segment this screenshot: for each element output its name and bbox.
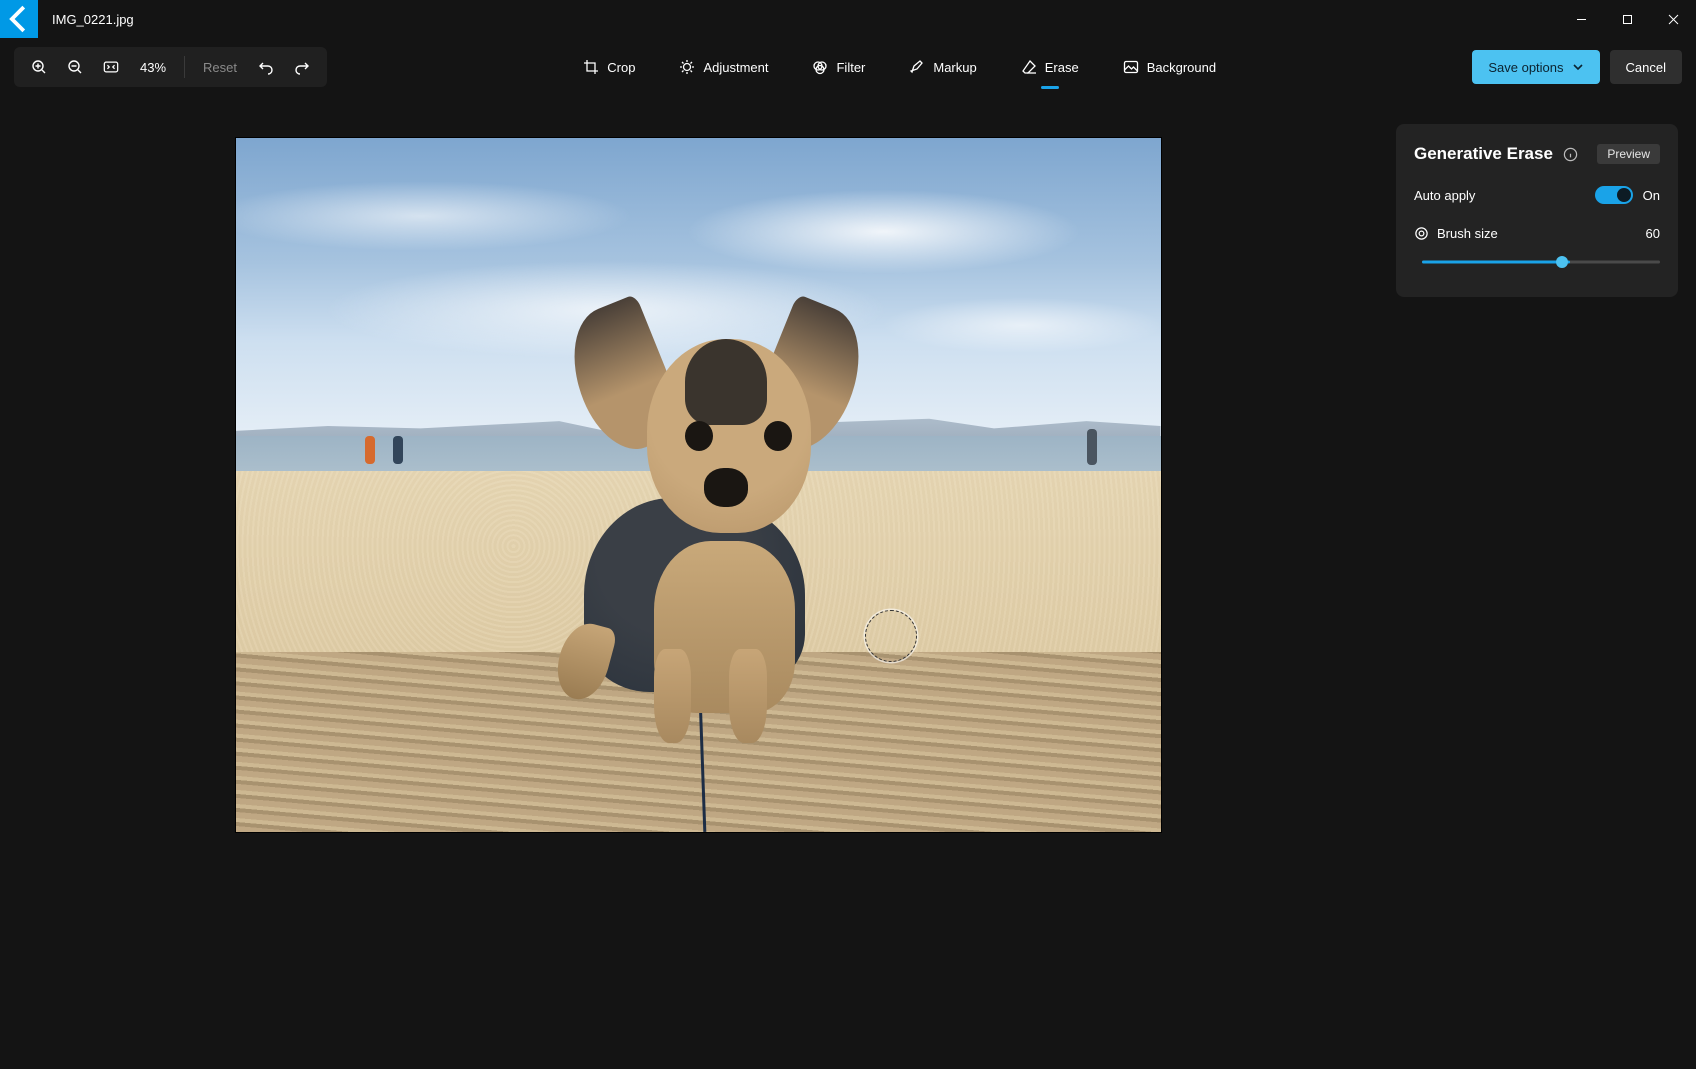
mode-crop[interactable]: Crop xyxy=(575,47,643,87)
background-icon xyxy=(1123,59,1139,75)
dog-leg xyxy=(729,649,767,744)
erase-panel: Generative Erase Preview Auto apply On B… xyxy=(1396,124,1678,297)
reset-button[interactable]: Reset xyxy=(193,51,247,83)
toggle-knob xyxy=(1617,188,1631,202)
markup-icon xyxy=(909,59,925,75)
cancel-button[interactable]: Cancel xyxy=(1610,50,1682,84)
scene-person xyxy=(393,436,403,464)
dog-leg xyxy=(654,649,692,744)
titlebar: IMG_0221.jpg xyxy=(0,0,1696,38)
crop-icon xyxy=(583,59,599,75)
minimize-button[interactable] xyxy=(1558,0,1604,38)
zoom-out-button[interactable] xyxy=(58,51,92,83)
back-button[interactable] xyxy=(0,0,38,38)
image-canvas[interactable] xyxy=(236,138,1161,832)
dog-eye xyxy=(685,421,713,451)
close-button[interactable] xyxy=(1650,0,1696,38)
slider-fill xyxy=(1422,261,1570,264)
mode-label: Filter xyxy=(836,60,865,75)
maximize-button[interactable] xyxy=(1604,0,1650,38)
panel-title: Generative Erase xyxy=(1414,144,1553,164)
adjustment-icon xyxy=(679,59,695,75)
scene-dog xyxy=(559,305,874,735)
zoom-percent[interactable]: 43% xyxy=(130,60,176,75)
undo-icon xyxy=(258,59,274,75)
minimize-icon xyxy=(1576,14,1587,25)
zoom-out-icon xyxy=(67,59,83,75)
fit-icon xyxy=(103,59,119,75)
mode-background[interactable]: Background xyxy=(1115,47,1224,87)
slider-thumb[interactable] xyxy=(1556,256,1568,268)
preview-badge: Preview xyxy=(1597,144,1660,164)
info-icon[interactable] xyxy=(1563,147,1578,162)
redo-icon xyxy=(294,59,310,75)
scene-person xyxy=(1087,429,1097,465)
chevron-down-icon xyxy=(1572,61,1584,73)
zoom-in-icon xyxy=(31,59,47,75)
filename-label: IMG_0221.jpg xyxy=(38,0,134,38)
brush-size-row: Brush size 60 xyxy=(1414,226,1660,241)
erase-brush-cursor[interactable] xyxy=(865,610,917,662)
mode-markup[interactable]: Markup xyxy=(901,47,984,87)
action-buttons: Save options Cancel xyxy=(1472,50,1682,84)
mode-erase[interactable]: Erase xyxy=(1013,47,1087,87)
brush-size-label: Brush size xyxy=(1437,226,1498,241)
zoom-in-button[interactable] xyxy=(22,51,56,83)
brush-size-value: 60 xyxy=(1646,226,1660,241)
auto-apply-toggle[interactable] xyxy=(1595,186,1633,204)
mode-tabs: Crop Adjustment Filter Markup Erase Back… xyxy=(327,47,1472,87)
erase-icon xyxy=(1021,59,1037,75)
zoom-toolbar: 43% Reset xyxy=(14,47,327,87)
dog-topfur xyxy=(685,339,767,425)
toolbar: 43% Reset Crop Adjustment Filter Markup xyxy=(0,38,1696,96)
undo-button[interactable] xyxy=(249,51,283,83)
mode-label: Adjustment xyxy=(703,60,768,75)
fit-to-window-button[interactable] xyxy=(94,51,128,83)
save-options-button[interactable]: Save options xyxy=(1472,50,1599,84)
target-icon xyxy=(1414,226,1429,241)
close-icon xyxy=(1668,14,1679,25)
brush-size-slider[interactable] xyxy=(1414,255,1660,269)
main-area: Generative Erase Preview Auto apply On B… xyxy=(0,96,1696,1069)
auto-apply-row: Auto apply On xyxy=(1414,186,1660,204)
dog-eye xyxy=(764,421,792,451)
mode-label: Background xyxy=(1147,60,1216,75)
dog-nose xyxy=(704,468,748,507)
arrow-left-icon xyxy=(0,0,38,38)
maximize-icon xyxy=(1622,14,1633,25)
canvas-wrap xyxy=(0,96,1396,1069)
window-controls xyxy=(1558,0,1696,38)
save-options-label: Save options xyxy=(1488,60,1563,75)
dog-tail xyxy=(550,618,619,706)
auto-apply-label: Auto apply xyxy=(1414,188,1475,203)
mode-label: Markup xyxy=(933,60,976,75)
redo-button[interactable] xyxy=(285,51,319,83)
divider xyxy=(184,56,185,78)
auto-apply-state: On xyxy=(1643,188,1660,203)
scene-person xyxy=(365,436,375,464)
mode-filter[interactable]: Filter xyxy=(804,47,873,87)
side-panel: Generative Erase Preview Auto apply On B… xyxy=(1396,96,1696,1069)
mode-label: Erase xyxy=(1045,60,1079,75)
mode-adjustment[interactable]: Adjustment xyxy=(671,47,776,87)
panel-title-row: Generative Erase Preview xyxy=(1414,144,1660,164)
cancel-label: Cancel xyxy=(1626,60,1666,75)
mode-label: Crop xyxy=(607,60,635,75)
filter-icon xyxy=(812,59,828,75)
